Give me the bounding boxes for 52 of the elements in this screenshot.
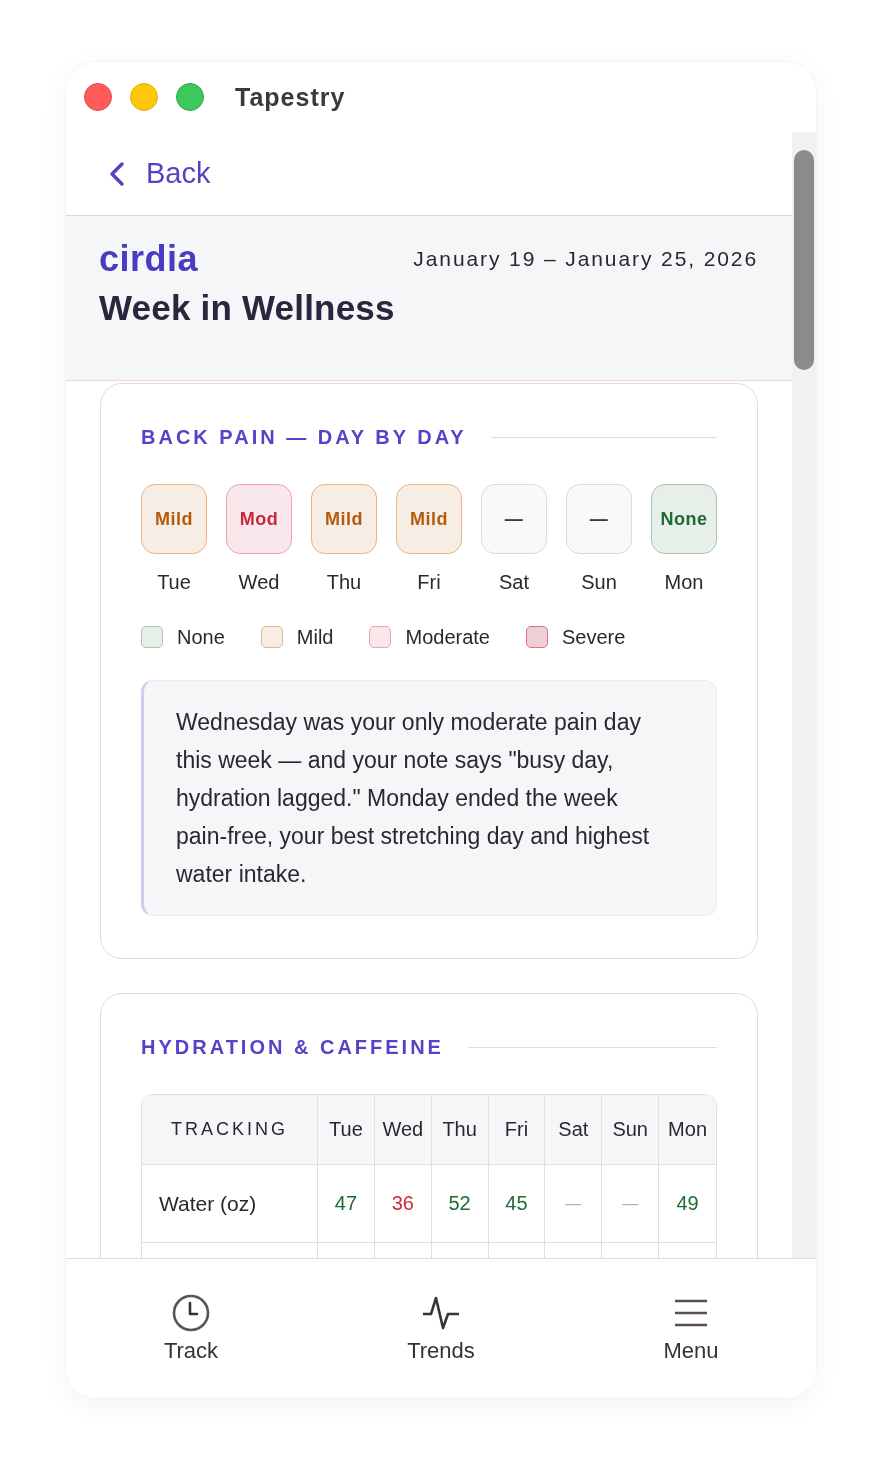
clock-icon <box>171 1293 211 1333</box>
table-cell: 49 <box>659 1165 716 1243</box>
close-button[interactable] <box>84 83 112 111</box>
legend-label: Severe <box>562 625 626 649</box>
row-label: Water (oz) <box>142 1165 318 1243</box>
day-label: Thu <box>326 570 362 594</box>
column-header: Mon <box>659 1095 716 1165</box>
column-header: Sun <box>602 1095 660 1165</box>
zoom-button[interactable] <box>176 83 204 111</box>
window-title: Tapestry <box>235 82 346 112</box>
pain-level-tag: Mild <box>141 484 207 554</box>
legend-label: Moderate <box>405 625 490 649</box>
brand-logo: cirdia <box>99 240 199 278</box>
section-title: BACK PAIN — DAY BY DAY <box>141 425 467 449</box>
scrollbar-thumb[interactable] <box>794 150 814 370</box>
legend-label: None <box>177 625 225 649</box>
column-header: Fri <box>488 1095 546 1165</box>
column-header: Wed <box>374 1095 432 1165</box>
nav-button[interactable]: Trends <box>407 1293 475 1365</box>
pain-level-tag: None <box>651 484 717 554</box>
day-label: Sun <box>581 570 617 594</box>
pain-level-tag: Mild <box>311 484 377 554</box>
table-cell: 52 <box>431 1165 489 1243</box>
day-label: Sat <box>499 570 529 594</box>
table-cell: — <box>545 1165 603 1243</box>
scrollbar[interactable] <box>792 132 816 1258</box>
page-title: Week in Wellness <box>99 288 396 328</box>
minimize-button[interactable] <box>130 83 158 111</box>
column-header: Tue <box>318 1095 375 1165</box>
table-cell: 47 <box>318 1165 375 1243</box>
date-range: January 19 – January 25, 2026 <box>413 246 758 272</box>
column-header: Thu <box>431 1095 489 1165</box>
table-cell: — <box>602 1165 660 1243</box>
table-cell: 36 <box>374 1165 432 1243</box>
day-label: Tue <box>157 570 191 594</box>
insight-text: Wednesday was your only moderate pain day this week — and your note says "busy day, hydration lagged." Monday ended the week pain-free, your best stretching day and highest water intake. <box>176 708 651 889</box>
column-header: Sat <box>545 1095 603 1165</box>
day-label: Fri <box>417 570 441 594</box>
legend-label: Mild <box>296 625 334 649</box>
pain-level-tag: — <box>481 484 547 554</box>
pain-level-tag: Mild <box>396 484 462 554</box>
pain-level-tag: Mod <box>226 484 292 554</box>
table-cell: 45 <box>488 1165 546 1243</box>
day-label: Wed <box>238 570 280 594</box>
section-title: HYDRATION & CAFFEINE <box>141 1035 444 1059</box>
chevron-left-icon <box>108 160 126 187</box>
day-label: Mon <box>664 570 704 594</box>
nav-button[interactable]: Track <box>163 1293 219 1365</box>
nav-button[interactable]: Menu <box>663 1293 719 1365</box>
pain-level-tag: — <box>566 484 632 554</box>
column-header: TRACKING <box>142 1095 318 1165</box>
back-button[interactable]: Back <box>108 157 211 190</box>
